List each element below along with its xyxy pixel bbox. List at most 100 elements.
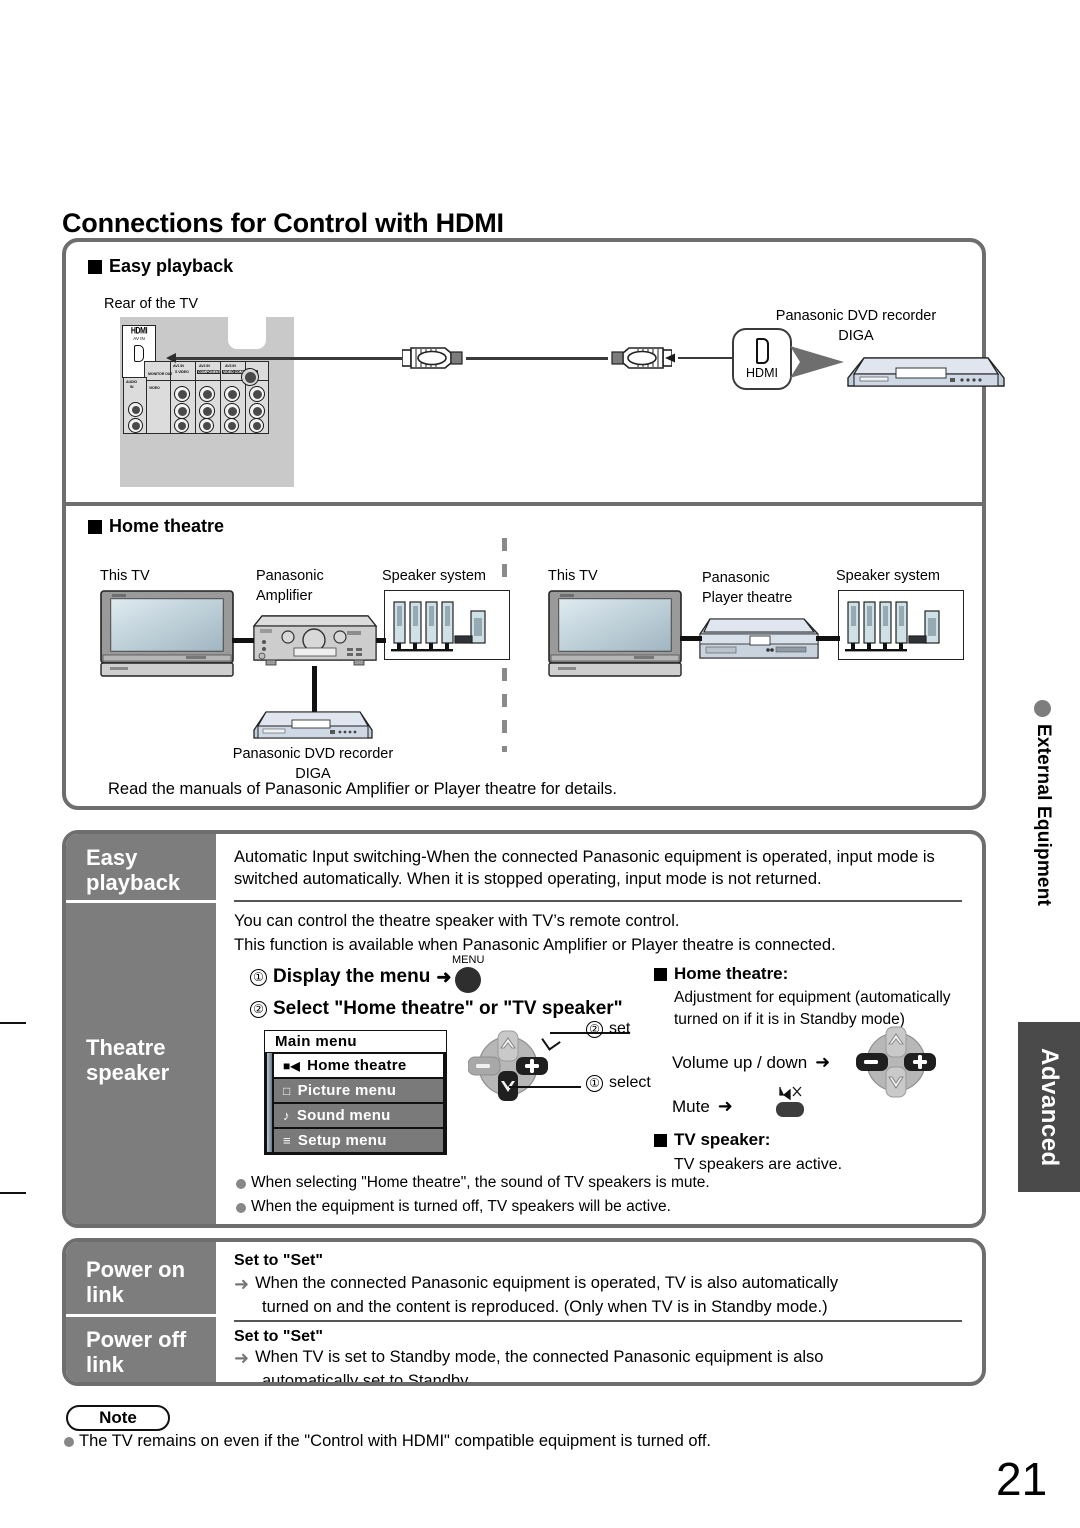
rear-of-tv-label: Rear of the TV: [104, 296, 199, 312]
wire-player-to-speakers: [816, 636, 840, 641]
home-theatre-mode-line-2: turned on if it is in Standby mode): [674, 1011, 905, 1028]
dvd-recorder-icon: [847, 357, 1005, 387]
chapter-tab-external-equipment[interactable]: External Equipment: [1032, 724, 1054, 944]
bullet-square-icon: [88, 519, 102, 534]
page-number: 21: [996, 1453, 1048, 1505]
tv-hdmi-port-sub: AV IN: [133, 336, 145, 341]
speaker-system-box-right: [838, 590, 964, 660]
theatre-bullet-2: When the equipment is turned off, TV spe…: [236, 1198, 966, 1216]
tv-audio-in-block: AUDIO IN: [123, 377, 147, 434]
step-1-text: Display the menu: [273, 966, 431, 987]
diagram-footer-note: Read the manuals of Panasonic Amplifier …: [108, 780, 618, 798]
bullet-square-icon: [654, 1133, 667, 1147]
step-2-text: Select "Home theatre" or "TV speaker": [273, 998, 623, 1019]
power-on-set-heading: Set to "Set": [234, 1252, 323, 1269]
power-on-link-label: Power on link: [86, 1257, 186, 1307]
speaker-set-icon-right: [845, 601, 940, 652]
select-callout-number: ①: [586, 1074, 603, 1092]
tv-set-left-icon: [100, 590, 234, 677]
power-off-set-heading: Set to "Set": [234, 1328, 323, 1345]
diagrams-panel: Easy playback Rear of the TV HDMI AV IN …: [62, 238, 1005, 810]
menu-item-label: Home theatre: [307, 1057, 407, 1074]
edge-mark-bottom: [0, 1192, 26, 1195]
arrow-right-icon: ➜: [436, 966, 452, 987]
mute-row: Mute ➜: [672, 1096, 733, 1117]
bullet-square-icon: [88, 259, 102, 274]
step-1-row: ① Display the menu ➜: [250, 966, 451, 988]
arrow-right-icon: ➜: [234, 1274, 250, 1294]
player-theatre-label-1: Panasonic: [702, 570, 770, 586]
wire-tv-to-amp: [232, 638, 254, 643]
power-label-divider: [66, 1314, 216, 1317]
hdmi-plug-right-icon: [611, 347, 672, 369]
tv-speaker-mode-heading: TV speaker:: [654, 1130, 770, 1150]
set-callout: ② set: [586, 1020, 630, 1038]
speaker-system-label-right: Speaker system: [836, 568, 940, 584]
theatre-speaker-label: Theatre speaker: [86, 1035, 170, 1085]
step-2-number: ②: [250, 1000, 267, 1018]
edge-mark-top: [0, 1022, 26, 1025]
hdmi-plug-left-icon: [402, 347, 463, 369]
cross-key-pad[interactable]: [468, 1026, 548, 1108]
hdmi-slot-icon: [134, 345, 144, 362]
menu-button-circle-icon: [455, 967, 482, 993]
power-link-panel: Power on link Power off link Set to "Set…: [62, 1238, 986, 1386]
amplifier-label-1: Panasonic: [256, 568, 324, 584]
s-video-connector: [241, 368, 259, 386]
speaker-system-box-left: [384, 590, 510, 660]
speaker-system-label-left: Speaker system: [382, 568, 486, 584]
speaker-icon: ■◀: [283, 1058, 301, 1073]
arrow-left-small-icon: [665, 353, 675, 363]
section-tab-advanced[interactable]: Advanced: [1018, 1022, 1080, 1192]
power-off-body-1: ➜ When TV is set to Standby mode, the co…: [234, 1348, 824, 1368]
wire-amp-to-speakers: [376, 638, 386, 643]
note-item-1: The TV remains on even if the "Control w…: [64, 1432, 964, 1451]
home-theatre-mode-line-1: Adjustment for equipment (automatically: [674, 989, 951, 1006]
power-off-body-2: automatically set to Standby.: [262, 1372, 472, 1386]
easy-playback-label: Easy playback: [86, 845, 181, 895]
select-callout-line: [509, 1086, 581, 1088]
mute-button[interactable]: [766, 1082, 810, 1122]
arrow-right-icon: ➜: [815, 1052, 831, 1072]
menu-button[interactable]: MENU: [452, 954, 484, 993]
bullet-square-icon: [654, 967, 667, 981]
hdmi-cable-left-line: [176, 357, 412, 360]
amplifier-icon: [252, 615, 378, 666]
menu-item-sound-menu[interactable]: ♪ Sound menu: [274, 1104, 443, 1127]
volume-row: Volume up / down ➜: [672, 1052, 830, 1073]
home-theatre-diagram-heading: Home theatre: [88, 516, 224, 537]
arrow-right-icon: ➜: [234, 1348, 250, 1368]
label-column-divider: [66, 900, 216, 903]
arrow-left-icon: [166, 353, 176, 363]
diagram-section-divider: [66, 502, 982, 506]
content-divider-1: [234, 900, 962, 902]
dvd-recorder-left-label-1: Panasonic DVD recorder: [232, 746, 394, 762]
home-theatre-mode-heading: Home theatre:: [654, 964, 788, 984]
bullet-dot-icon: [64, 1437, 74, 1447]
cross-key-pad-volume[interactable]: [856, 1022, 936, 1104]
power-off-link-label: Power off link: [86, 1327, 187, 1377]
menu-item-label: Setup menu: [297, 1132, 387, 1149]
volume-label: Volume up / down: [672, 1052, 808, 1072]
main-menu-osd: Main menu ■◀ Home theatre □ Picture menu…: [264, 1030, 447, 1155]
bullet-dot-icon: [236, 1179, 246, 1189]
setup-icon: ≡: [283, 1133, 291, 1148]
left-tv-label: This TV: [100, 568, 150, 584]
right-tv-label: This TV: [548, 568, 598, 584]
hdmi-callout-label: HDMI: [746, 366, 778, 380]
player-theatre-icon: [699, 618, 819, 659]
menu-item-home-theatre[interactable]: ■◀ Home theatre: [274, 1054, 443, 1077]
wire-tv-to-player: [680, 636, 702, 641]
easy-playback-diagram-heading: Easy playback: [88, 256, 233, 277]
menu-item-setup-menu[interactable]: ≡ Setup menu: [274, 1129, 443, 1152]
theatre-speaker-intro-2: This function is available when Panasoni…: [234, 936, 836, 954]
bullet-dot-icon: [236, 1203, 246, 1213]
sound-icon: ♪: [283, 1108, 290, 1123]
callout-arrow-line: [678, 357, 736, 359]
tv-hdmi-port-brand: HDMI: [130, 327, 148, 336]
player-theatre-label-2: Player theatre: [702, 590, 793, 606]
dvd-recorder-icon-left: [253, 711, 373, 739]
tv-speaker-mode-line: TV speakers are active.: [674, 1156, 843, 1173]
power-on-body-1: ➜ When the connected Panasonic equipment…: [234, 1274, 839, 1294]
menu-item-picture-menu[interactable]: □ Picture menu: [274, 1079, 443, 1102]
